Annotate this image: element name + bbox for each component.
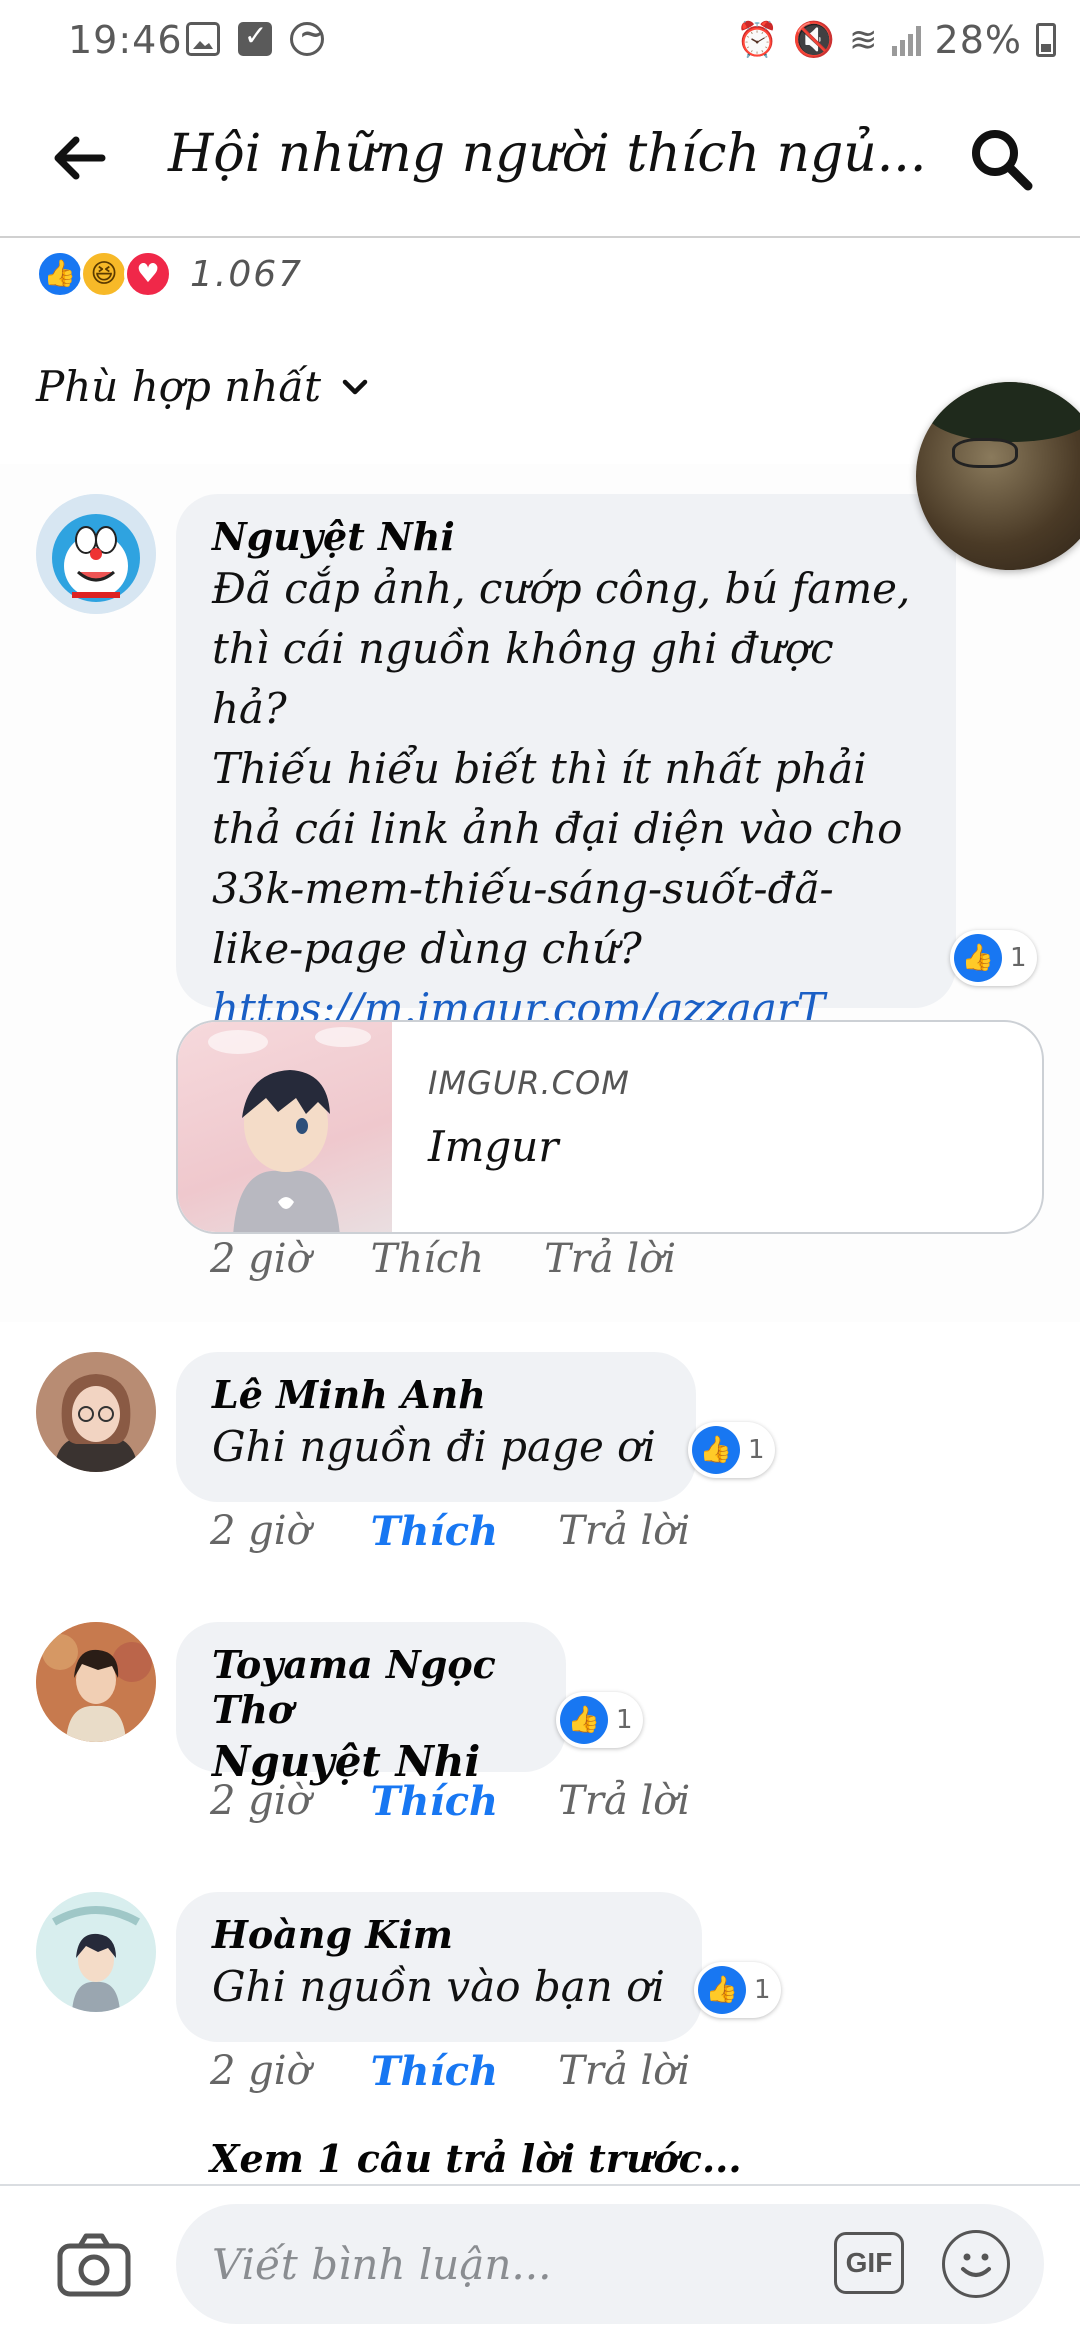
reply-action[interactable]: Trả lời [558,1778,690,1825]
anime-avatar-icon [36,1892,156,2012]
reply-action[interactable]: Trả lời [558,2048,690,2095]
battery-icon [1036,23,1056,57]
like-reaction-icon: 👍 [692,1426,740,1474]
page-title: Hội những người thích ngủ... [168,124,927,184]
search-button[interactable] [968,126,1034,192]
boy-avatar-icon [36,1622,156,1742]
task-notification-icon [238,19,272,56]
emoji-icon [961,2253,991,2277]
reply-action[interactable]: Trả lời [544,1236,676,1282]
comment-text-line: like-page dùng chứ? [212,924,642,973]
like-count: 1 [616,1705,633,1735]
battery-percent: 28% [934,18,1022,62]
comment-text-line: 33k-mem-thiếu-sáng-suốt-đã- [212,864,834,913]
like-action[interactable]: Thích [371,1508,498,1555]
comment-bubble[interactable]: Toyama Ngọc Thơ Nguyệt Nhi [176,1622,566,1786]
app-header: Hội những người thích ngủ... [0,80,1080,238]
emoji-button[interactable] [942,2230,1010,2298]
sort-dropdown[interactable]: Phù hợp nhất [36,362,371,411]
like-reaction-icon: 👍 [560,1696,608,1744]
comment-input[interactable] [176,2204,1044,2324]
camera-icon [57,2233,131,2297]
comment-text-line: thả cái link ảnh đại diện vào cho [212,804,903,853]
comment-bubble[interactable]: Lê Minh Anh Ghi nguồn đi page ơi [176,1352,696,1502]
comment-text-line: thì cái nguồn không ghi được hả? [212,624,834,733]
comment-author[interactable]: Nguyệt Nhi [212,514,920,559]
like-count: 1 [1010,943,1027,973]
like-count: 1 [754,1975,771,2005]
gif-icon: GIF [845,2247,893,2278]
like-action[interactable]: Thích [371,1778,498,1825]
comment-author[interactable]: Lê Minh Anh [212,1372,660,1417]
doraemon-avatar-icon [36,494,156,614]
girl-avatar-icon [36,1352,156,1472]
like-reaction-icon: 👍 [698,1966,746,2014]
sort-label: Phù hợp nhất [36,362,321,411]
like-action[interactable]: Thích [371,1236,484,1282]
link-preview-card[interactable]: IMGUR.COM Imgur [176,1020,1044,1234]
comment-bubble[interactable]: Nguyệt Nhi Đã cắp ảnh, cướp công, bú fam… [176,494,956,1033]
comment-like-count[interactable]: 👍 1 [688,1422,775,1478]
love-reaction-icon: ♥ [124,250,172,298]
comment-actions: 2 giờ Thích Trả lời [210,1778,690,1825]
notification-icons [186,17,324,56]
comment-like-count[interactable]: 👍 1 [556,1692,643,1748]
system-icons: ⏰ 🔇 ≋ 28% [736,18,1056,62]
comment-actions: 2 giờ Thích Trả lời [210,1508,690,1555]
back-arrow-icon [54,136,106,180]
anime-character-thumbnail-icon [208,1027,371,1232]
status-bar: 19:46 ⏰ 🔇 ≋ 28% [0,0,1080,80]
comment-time: 2 giờ [210,1236,311,1282]
comment-like-count[interactable]: 👍 1 [950,930,1037,986]
comment-like-count[interactable]: 👍 1 [694,1962,781,2018]
reaction-summary[interactable]: 👍 😆 ♥ 1.067 [36,250,303,298]
comment-text-line: Thiếu hiểu biết thì ít nhất phải [212,744,867,793]
chevron-down-icon [342,379,368,394]
view-previous-replies-link[interactable]: Xem 1 câu trả lời trước... [210,2136,742,2181]
status-time: 19:46 [68,18,183,62]
link-domain: IMGUR.COM [428,1064,630,1102]
comment-actions: 2 giờ Thích Trả lời [210,2048,690,2095]
like-count: 1 [748,1435,765,1465]
avatar[interactable] [36,1352,156,1472]
messenger-notification-icon [290,17,324,56]
like-reaction-icon: 👍 [36,250,84,298]
wifi-icon: ≋ [849,20,878,60]
reaction-count: 1.067 [190,253,304,295]
back-button[interactable] [50,128,110,188]
avatar[interactable] [36,1622,156,1742]
comment-author[interactable]: Toyama Ngọc Thơ [212,1642,530,1732]
reply-action[interactable]: Trả lời [558,1508,690,1555]
link-thumbnail [178,1022,392,1232]
comment-text-line: Đã cắp ảnh, cướp công, bú fame, [212,564,911,613]
comment-time: 2 giờ [210,2048,311,2094]
comment-time: 2 giờ [210,1508,311,1554]
gif-button[interactable]: GIF [834,2232,904,2294]
avatar[interactable] [36,1892,156,2012]
gallery-notification-icon [186,22,220,56]
signal-icon [891,24,921,56]
like-action[interactable]: Thích [371,2048,498,2095]
avatar[interactable] [36,494,156,614]
comment-actions: 2 giờ Thích Trả lời [210,1236,676,1282]
search-icon [972,130,1033,191]
comment-composer: GIF [0,2184,1080,2340]
haha-reaction-icon: 😆 [80,250,128,298]
link-title: Imgur [428,1122,559,1171]
like-reaction-icon: 👍 [954,934,1002,982]
comment-text: Ghi nguồn vào bạn ơi [212,1962,665,2011]
comment-author[interactable]: Hoàng Kim [212,1912,666,1957]
comment-bubble[interactable]: Hoàng Kim Ghi nguồn vào bạn ơi [176,1892,702,2042]
alarm-icon: ⏰ [736,20,779,60]
comment-time: 2 giờ [210,1778,311,1824]
camera-button[interactable] [56,2232,132,2298]
comment-text: Ghi nguồn đi page ơi [212,1422,656,1471]
mute-icon: 🔇 [792,20,836,60]
